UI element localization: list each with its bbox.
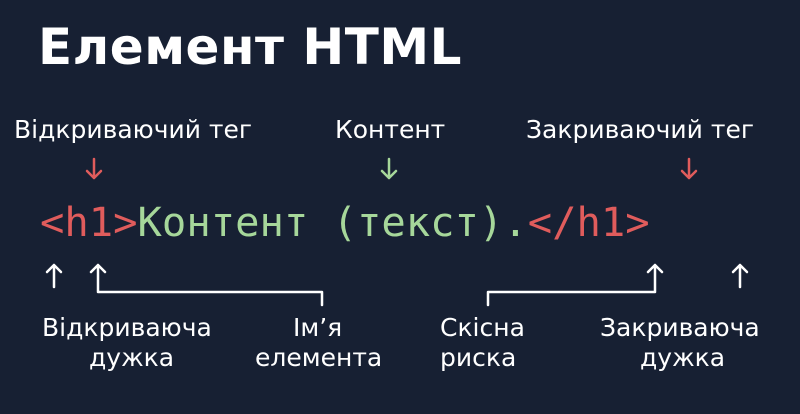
- label-line: дужка: [640, 343, 726, 372]
- label-line: Закриваюча: [600, 313, 760, 342]
- up-arrow-icon: [731, 263, 749, 289]
- label-closing-bracket: Закриваюча дужка: [600, 313, 780, 373]
- label-element-name: Ім’я елемента: [255, 313, 395, 373]
- label-line: елемента: [255, 343, 383, 372]
- label-opening-bracket: Відкриваюча дужка: [42, 313, 222, 373]
- up-arrow-icon: [89, 263, 324, 307]
- label-line: дужка: [89, 343, 175, 372]
- label-slash: Скісна риска: [440, 313, 540, 373]
- label-line: Ім’я: [293, 313, 343, 342]
- label-line: риска: [440, 343, 517, 372]
- up-arrow-icon: [45, 263, 63, 289]
- label-line: Відкриваюча: [42, 313, 212, 342]
- label-line: Скісна: [440, 313, 525, 342]
- up-arrow-icon: [486, 263, 664, 307]
